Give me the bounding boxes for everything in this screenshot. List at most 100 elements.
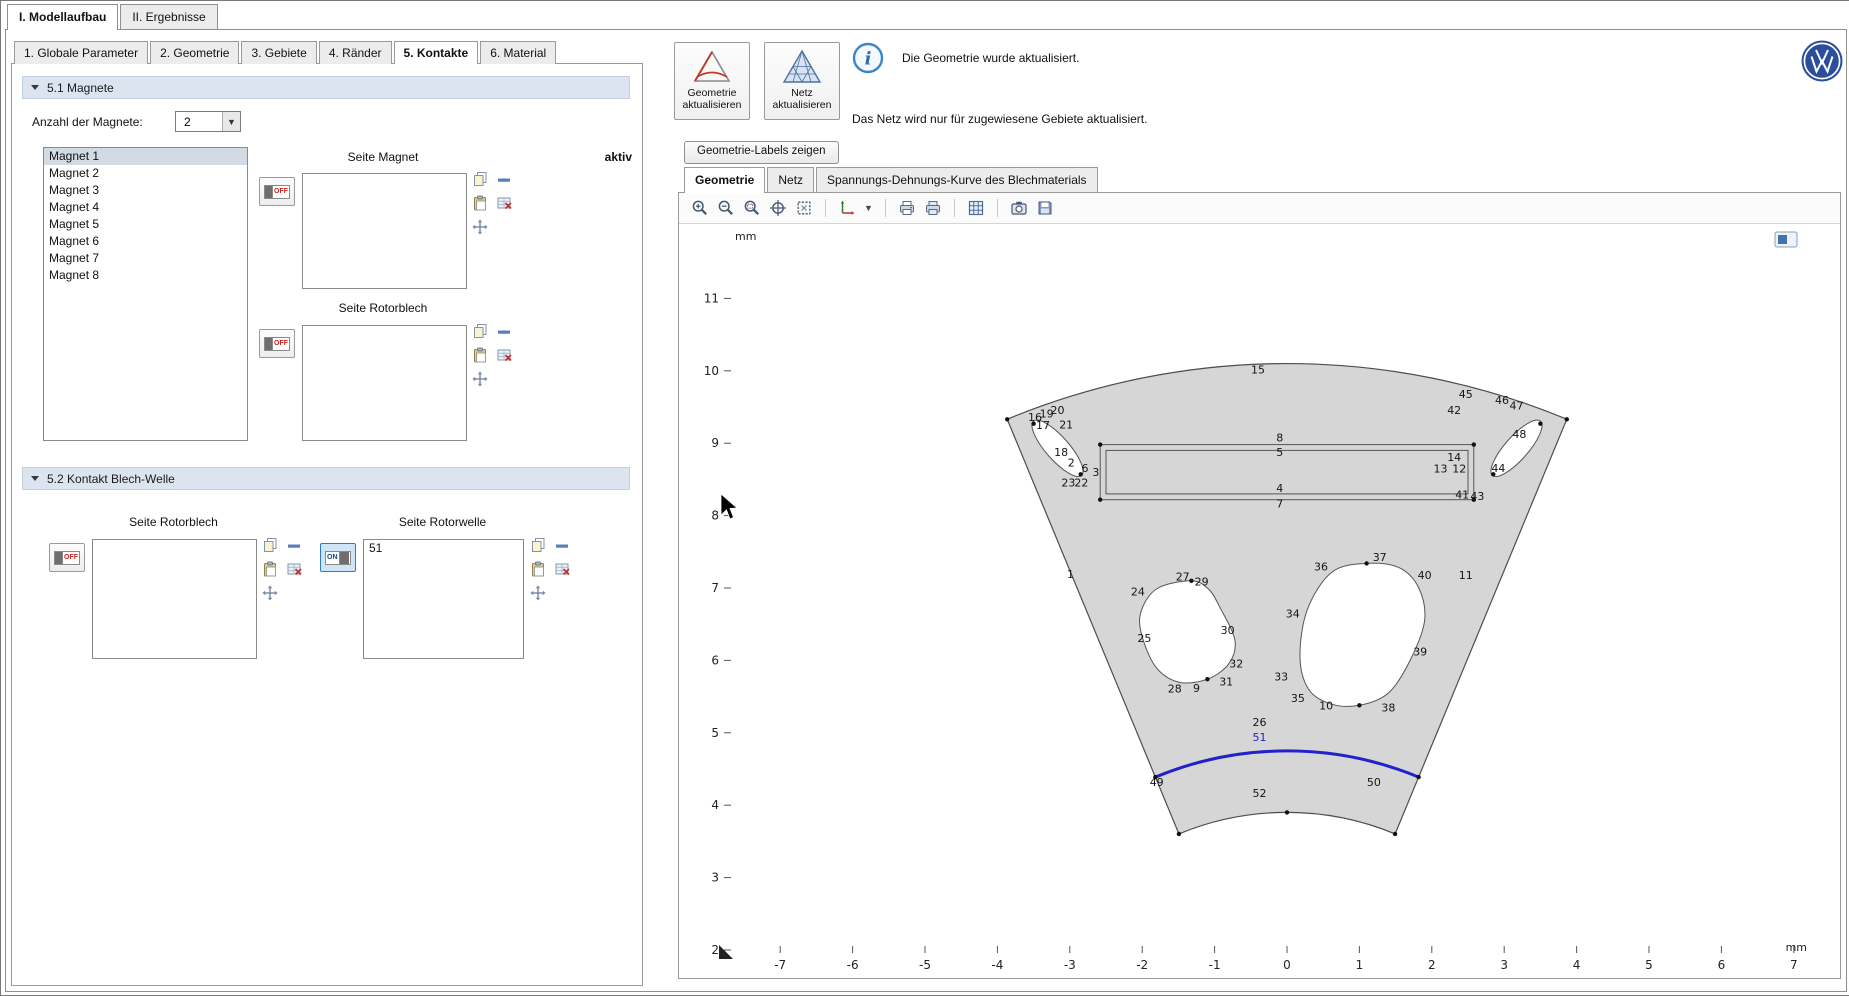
remove-icon[interactable] bbox=[286, 538, 302, 554]
edge-label: 30 bbox=[1221, 624, 1235, 637]
magnet-list-item[interactable]: Magnet 1 bbox=[44, 148, 247, 165]
magnet-list-item[interactable]: Magnet 3 bbox=[44, 182, 247, 199]
mesh-icon bbox=[780, 47, 824, 87]
tab-modellaufbau[interactable]: I. Modellaufbau bbox=[7, 4, 118, 29]
magnet-list-item[interactable]: Magnet 7 bbox=[44, 250, 247, 267]
zoom-in-icon[interactable] bbox=[691, 199, 709, 217]
edge-label: 35 bbox=[1291, 692, 1305, 705]
copy-icon[interactable] bbox=[472, 171, 488, 187]
tab-view-spannungskurve[interactable]: Spannungs-Dehnungs-Kurve des Blechmateri… bbox=[816, 167, 1097, 192]
print-preview-icon[interactable] bbox=[924, 199, 942, 217]
tab-view-netz[interactable]: Netz bbox=[767, 167, 814, 192]
left-panel: 5.1 Magnete Anzahl der Magnete: 2 ▼ Magn… bbox=[11, 63, 643, 986]
toggle-seite-rotorblech[interactable]: OFF bbox=[259, 329, 295, 358]
vertex-dot bbox=[1005, 417, 1009, 421]
magnet-list-item[interactable]: Magnet 6 bbox=[44, 233, 247, 250]
edge-label: 52 bbox=[1253, 787, 1267, 800]
edge-label: 29 bbox=[1195, 576, 1209, 589]
edge-label: 21 bbox=[1059, 418, 1073, 431]
clear-selection-icon[interactable] bbox=[554, 561, 570, 577]
chevron-down-icon[interactable]: ▼ bbox=[864, 203, 873, 213]
remove-icon[interactable] bbox=[496, 324, 512, 340]
magnet-list-item[interactable]: Magnet 2 bbox=[44, 165, 247, 182]
rotor-sector[interactable] bbox=[1007, 364, 1567, 834]
tab-ergebnisse[interactable]: II. Ergebnisse bbox=[120, 4, 217, 29]
save-image-icon[interactable] bbox=[1036, 199, 1054, 217]
edge-label: 44 bbox=[1491, 462, 1505, 475]
update-geometry-button[interactable]: Geometrie aktualisieren bbox=[674, 42, 750, 120]
kontakt-rotorblech-list[interactable] bbox=[92, 539, 257, 659]
seite-rotorblech-list[interactable] bbox=[302, 325, 467, 441]
x-tick-label: 2 bbox=[1428, 958, 1436, 972]
tab-gebiete[interactable]: 3. Gebiete bbox=[241, 41, 316, 64]
seite-magnet-list[interactable] bbox=[302, 173, 467, 289]
tab-geometrie[interactable]: 2. Geometrie bbox=[150, 41, 239, 64]
remove-icon[interactable] bbox=[496, 172, 512, 188]
edge-label: 34 bbox=[1286, 607, 1300, 620]
edge-label: 23 bbox=[1061, 476, 1075, 489]
toggle-kontakt-rotorwelle[interactable]: ON bbox=[320, 543, 356, 572]
zoom-extents-icon[interactable] bbox=[795, 199, 813, 217]
move-icon[interactable] bbox=[530, 585, 546, 601]
plot-settings-icon[interactable] bbox=[1778, 235, 1787, 244]
paste-icon[interactable] bbox=[472, 347, 488, 363]
tab-view-geometrie[interactable]: Geometrie bbox=[684, 167, 765, 192]
clear-selection-icon[interactable] bbox=[496, 195, 512, 211]
unit-label: mm bbox=[1786, 941, 1807, 954]
edge-label: 51 bbox=[1253, 731, 1267, 744]
vertex-dot bbox=[1098, 498, 1102, 502]
zoom-out-icon[interactable] bbox=[717, 199, 735, 217]
paste-icon[interactable] bbox=[472, 195, 488, 211]
update-mesh-button[interactable]: Netz aktualisieren bbox=[764, 42, 840, 120]
section-title: 5.2 Kontakt Blech-Welle bbox=[47, 472, 175, 486]
edge-label: 32 bbox=[1229, 657, 1243, 670]
chevron-down-icon[interactable]: ▼ bbox=[222, 112, 240, 131]
toggle-kontakt-rotorblech[interactable]: OFF bbox=[49, 543, 85, 572]
magnet-list[interactable]: Magnet 1Magnet 2Magnet 3Magnet 4Magnet 5… bbox=[43, 147, 248, 441]
paste-icon[interactable] bbox=[262, 561, 278, 577]
seite-rotorblech-icons bbox=[472, 323, 518, 393]
y-tick-label: 6 bbox=[711, 653, 719, 667]
vertex-dot bbox=[1098, 442, 1102, 446]
print-icon[interactable] bbox=[898, 199, 916, 217]
move-icon[interactable] bbox=[472, 219, 488, 235]
table-grid-icon[interactable] bbox=[967, 199, 985, 217]
toggle-seite-magnet[interactable]: OFF bbox=[259, 177, 295, 206]
move-icon[interactable] bbox=[472, 371, 488, 387]
magnet-list-item[interactable]: Magnet 8 bbox=[44, 267, 247, 284]
magnet-list-item[interactable]: Magnet 5 bbox=[44, 216, 247, 233]
clear-selection-icon[interactable] bbox=[496, 347, 512, 363]
move-icon[interactable] bbox=[262, 585, 278, 601]
x-tick-label: -5 bbox=[919, 958, 931, 972]
kontakt-rotorwelle-icons bbox=[530, 537, 576, 607]
edge-label: 27 bbox=[1176, 570, 1190, 583]
rotorwelle-list-item[interactable]: 51 bbox=[364, 540, 523, 557]
tab-kontakte[interactable]: 5. Kontakte bbox=[394, 41, 479, 64]
edge-label: 25 bbox=[1137, 632, 1151, 645]
magnet-count-select[interactable]: 2 ▼ bbox=[175, 111, 241, 132]
copy-icon[interactable] bbox=[472, 323, 488, 339]
show-geometry-labels-button[interactable]: Geometrie-Labels zeigen bbox=[684, 141, 839, 164]
section-header-magnete[interactable]: 5.1 Magnete bbox=[22, 76, 630, 99]
snapshot-icon[interactable] bbox=[1010, 199, 1028, 217]
kontakt-rotorblech-icons bbox=[262, 537, 308, 607]
edge-label: 46 bbox=[1495, 394, 1509, 407]
edge-label: 11 bbox=[1459, 569, 1473, 582]
aktiv-label: aktiv bbox=[567, 150, 632, 164]
magnet-list-item[interactable]: Magnet 4 bbox=[44, 199, 247, 216]
remove-icon[interactable] bbox=[554, 538, 570, 554]
rotorwelle-list[interactable]: 51 bbox=[363, 539, 524, 659]
view-axes-icon[interactable] bbox=[838, 199, 856, 217]
tab-globale-parameter[interactable]: 1. Globale Parameter bbox=[14, 41, 148, 64]
copy-icon[interactable] bbox=[262, 537, 278, 553]
copy-icon[interactable] bbox=[530, 537, 546, 553]
tab-material[interactable]: 6. Material bbox=[480, 41, 556, 64]
paste-icon[interactable] bbox=[530, 561, 546, 577]
geometry-plot-canvas[interactable]: -7-6-5-4-3-2-101234567234567891011154546… bbox=[679, 224, 1840, 978]
clear-selection-icon[interactable] bbox=[286, 561, 302, 577]
zoom-reset-icon[interactable] bbox=[769, 199, 787, 217]
zoom-box-icon[interactable] bbox=[743, 199, 761, 217]
tab-raender[interactable]: 4. Ränder bbox=[319, 41, 392, 64]
section-header-kontakt[interactable]: 5.2 Kontakt Blech-Welle bbox=[22, 467, 630, 490]
edge-label: 40 bbox=[1418, 569, 1432, 582]
